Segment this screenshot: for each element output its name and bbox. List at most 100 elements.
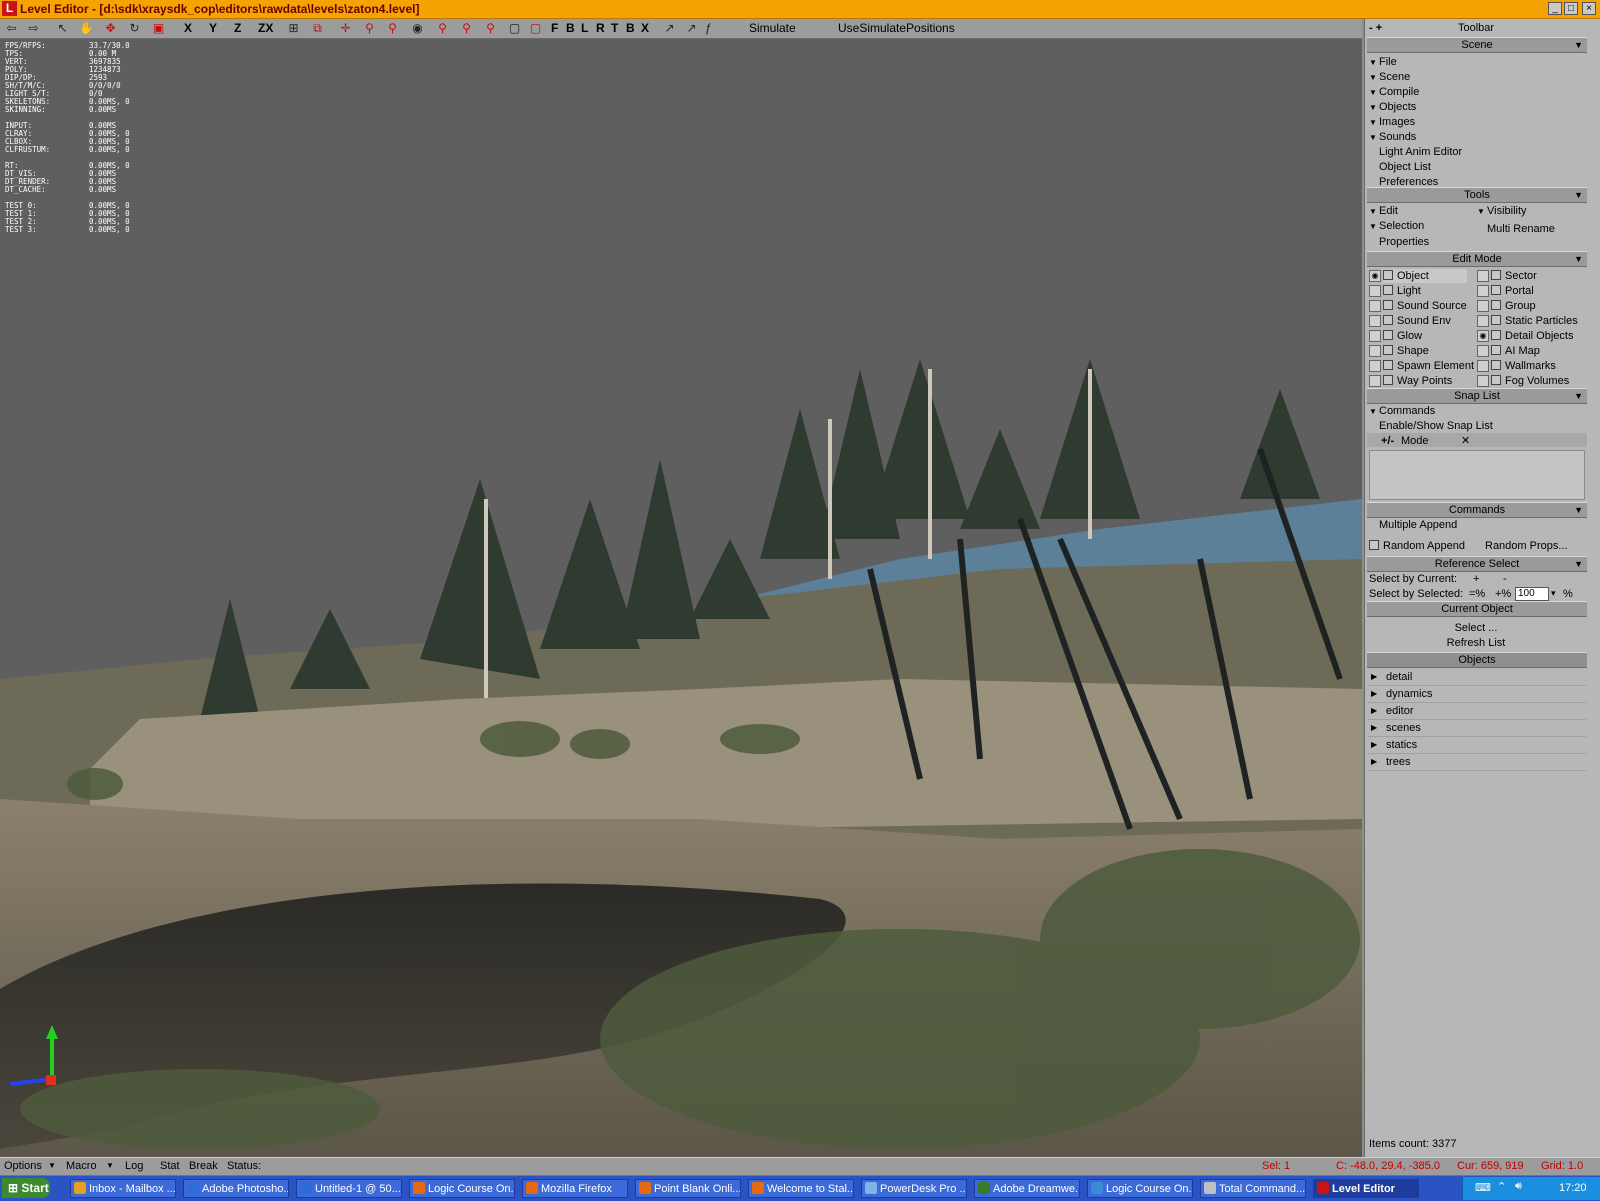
taskbar-item[interactable]: Adobe Dreamwe... bbox=[974, 1179, 1080, 1198]
visibility-eye-icon[interactable] bbox=[1369, 315, 1381, 327]
simulate-button[interactable]: Simulate bbox=[749, 20, 796, 37]
refresh-list-button[interactable]: Refresh List bbox=[1365, 636, 1587, 650]
visibility-eye-icon[interactable]: ◉ bbox=[1477, 330, 1489, 342]
camera-pan-icon[interactable]: ⚲ bbox=[434, 20, 451, 37]
edit-mode-sector[interactable]: Sector bbox=[1491, 269, 1537, 283]
taskbar-item[interactable]: Total Command... bbox=[1200, 1179, 1306, 1198]
select-arrow-icon[interactable]: ↖ bbox=[54, 20, 71, 37]
visibility-eye-icon[interactable] bbox=[1369, 300, 1381, 312]
tray-expand-icon[interactable]: ⌃ bbox=[1497, 1180, 1506, 1193]
random-props-button[interactable]: Random Props... bbox=[1485, 539, 1568, 553]
object-folder-detail[interactable]: ▶ detail bbox=[1368, 669, 1586, 686]
object-folder-dynamics[interactable]: ▶ dynamics bbox=[1368, 686, 1586, 703]
scene-item-scene[interactable]: ▼ Scene bbox=[1369, 70, 1410, 85]
keyboard-icon[interactable]: ⌨ bbox=[1475, 1181, 1491, 1194]
edit-mode-shape[interactable]: Shape bbox=[1383, 344, 1429, 358]
visibility-eye-icon[interactable] bbox=[1369, 330, 1381, 342]
stat-button[interactable]: Stat bbox=[160, 1159, 180, 1173]
view-back-button[interactable]: B bbox=[566, 20, 575, 37]
snap-rotate-icon[interactable]: ⚲ bbox=[384, 20, 401, 37]
edit-mode-object[interactable]: Object bbox=[1383, 269, 1467, 283]
arrow-right-icon[interactable]: ⇨ bbox=[25, 20, 42, 37]
spin-icon[interactable]: ▾ bbox=[1551, 586, 1556, 600]
taskbar-item[interactable]: Logic Course On... bbox=[1087, 1179, 1193, 1198]
view-front-button[interactable]: F bbox=[551, 20, 558, 37]
scene-item-objects[interactable]: ▼ Objects bbox=[1369, 100, 1416, 115]
visibility-eye-icon[interactable] bbox=[1477, 375, 1489, 387]
scale-icon[interactable]: ▣ bbox=[150, 20, 167, 37]
scene-item-compile[interactable]: ▼ Compile bbox=[1369, 85, 1419, 100]
view-top-button[interactable]: T bbox=[611, 20, 618, 37]
scene-item-sounds[interactable]: ▼ Sounds bbox=[1369, 130, 1416, 145]
pick-icon[interactable]: ✋ bbox=[78, 20, 95, 37]
view-left-button[interactable]: L bbox=[581, 20, 588, 37]
render-wire-icon[interactable]: ↗ bbox=[661, 20, 678, 37]
edit-mode-ai-map[interactable]: AI Map bbox=[1491, 344, 1540, 358]
snap-enable-show[interactable]: Enable/Show Snap List bbox=[1379, 419, 1493, 433]
random-append-checkbox[interactable]: Random Append bbox=[1369, 539, 1465, 553]
edit-mode-portal[interactable]: Portal bbox=[1491, 284, 1534, 298]
snap-list-box[interactable] bbox=[1369, 450, 1585, 500]
select-object-button[interactable]: Select ... bbox=[1365, 621, 1587, 635]
macro-menu[interactable]: Macro bbox=[66, 1159, 97, 1173]
edit-mode-sound-source[interactable]: Sound Source bbox=[1383, 299, 1467, 313]
close-button[interactable]: × bbox=[1582, 2, 1596, 15]
camera-fly-icon[interactable]: ⚲ bbox=[458, 20, 475, 37]
edit-mode-sound-env[interactable]: Sound Env bbox=[1383, 314, 1451, 328]
visibility-eye-icon[interactable] bbox=[1369, 360, 1381, 372]
snap-grid-icon[interactable]: ⧉ bbox=[309, 20, 326, 37]
render-fill-icon[interactable]: ƒ bbox=[700, 20, 717, 37]
visibility-eye-icon[interactable] bbox=[1477, 300, 1489, 312]
zoom-selected-icon[interactable]: ▢ bbox=[527, 20, 544, 37]
taskbar-item[interactable]: PowerDesk Pro ... bbox=[861, 1179, 967, 1198]
select-by-current-plus[interactable]: + bbox=[1473, 572, 1479, 586]
move-icon[interactable]: ✥ bbox=[102, 20, 119, 37]
edit-mode-group[interactable]: Group bbox=[1491, 299, 1536, 313]
view-bottom-button[interactable]: B bbox=[626, 20, 635, 37]
visibility-eye-icon[interactable] bbox=[1477, 285, 1489, 297]
taskbar-item[interactable]: Level Editor bbox=[1313, 1179, 1419, 1198]
volume-icon[interactable]: 🔊︎ bbox=[1515, 1180, 1522, 1193]
options-menu[interactable]: Options bbox=[4, 1159, 42, 1173]
start-button[interactable]: ⊞ Start bbox=[2, 1178, 50, 1198]
scene-section-header[interactable]: Scene ▼ bbox=[1367, 37, 1587, 53]
edit-mode-wallmarks[interactable]: Wallmarks bbox=[1491, 359, 1556, 373]
scene-item-light-anim-editor[interactable]: Light Anim Editor bbox=[1379, 145, 1462, 159]
select-by-current-minus[interactable]: - bbox=[1503, 572, 1507, 586]
render-solid-icon[interactable]: ↗ bbox=[683, 20, 700, 37]
visibility-eye-icon[interactable]: ◉ bbox=[1369, 270, 1381, 282]
taskbar-item[interactable]: Logic Course On... bbox=[409, 1179, 515, 1198]
axis-z-button[interactable]: Z bbox=[234, 20, 241, 37]
select-percent-input[interactable]: 100 bbox=[1515, 587, 1549, 601]
snap-mode-toggle[interactable]: +/- bbox=[1381, 434, 1394, 448]
select-by-selected-plus[interactable]: +% bbox=[1495, 587, 1511, 601]
visibility-eye-icon[interactable] bbox=[1477, 345, 1489, 357]
taskbar-item[interactable]: Inbox - Mailbox ... bbox=[70, 1179, 176, 1198]
view-right-button[interactable]: R bbox=[596, 20, 605, 37]
tools-properties[interactable]: Properties bbox=[1379, 235, 1429, 249]
snap-commands[interactable]: ▼ Commands bbox=[1369, 404, 1435, 419]
edit-mode-fog-volumes[interactable]: Fog Volumes bbox=[1491, 374, 1569, 388]
axis-x-button[interactable]: X bbox=[184, 20, 192, 37]
rotate-icon[interactable]: ↻ bbox=[126, 20, 143, 37]
taskbar-item[interactable]: Adobe Photosho... bbox=[183, 1179, 289, 1198]
object-folder-statics[interactable]: ▶ statics bbox=[1368, 737, 1586, 754]
edit-mode-spawn-element[interactable]: Spawn Element bbox=[1383, 359, 1474, 373]
taskbar-item[interactable]: Mozilla Firefox bbox=[522, 1179, 628, 1198]
snap-vertex-icon[interactable]: ✛ bbox=[337, 20, 354, 37]
commands-header[interactable]: Commands ▼ bbox=[1367, 502, 1587, 518]
reference-select-header[interactable]: Reference Select ▼ bbox=[1367, 556, 1587, 572]
3d-viewport[interactable]: FPS/RFPS: 33.7/30.0 TPS: 0.00 M VERT: 3697835… bbox=[0, 39, 1362, 1157]
visibility-eye-icon[interactable] bbox=[1369, 345, 1381, 357]
snap-clear-icon[interactable]: ✕ bbox=[1461, 434, 1470, 448]
snap-move-icon[interactable]: ⚲ bbox=[361, 20, 378, 37]
maximize-button[interactable]: □ bbox=[1564, 2, 1578, 15]
edit-mode-glow[interactable]: Glow bbox=[1383, 329, 1422, 343]
tools-visibility[interactable]: ▼ Visibility bbox=[1477, 204, 1527, 219]
object-folder-scenes[interactable]: ▶ scenes bbox=[1368, 720, 1586, 737]
taskbar-item[interactable]: Untitled-1 @ 50... bbox=[296, 1179, 402, 1198]
scene-item-file[interactable]: ▼ File bbox=[1369, 55, 1397, 70]
minimize-button[interactable]: _ bbox=[1548, 2, 1562, 15]
visibility-eye-icon[interactable] bbox=[1477, 315, 1489, 327]
visibility-eye-icon[interactable] bbox=[1369, 375, 1381, 387]
